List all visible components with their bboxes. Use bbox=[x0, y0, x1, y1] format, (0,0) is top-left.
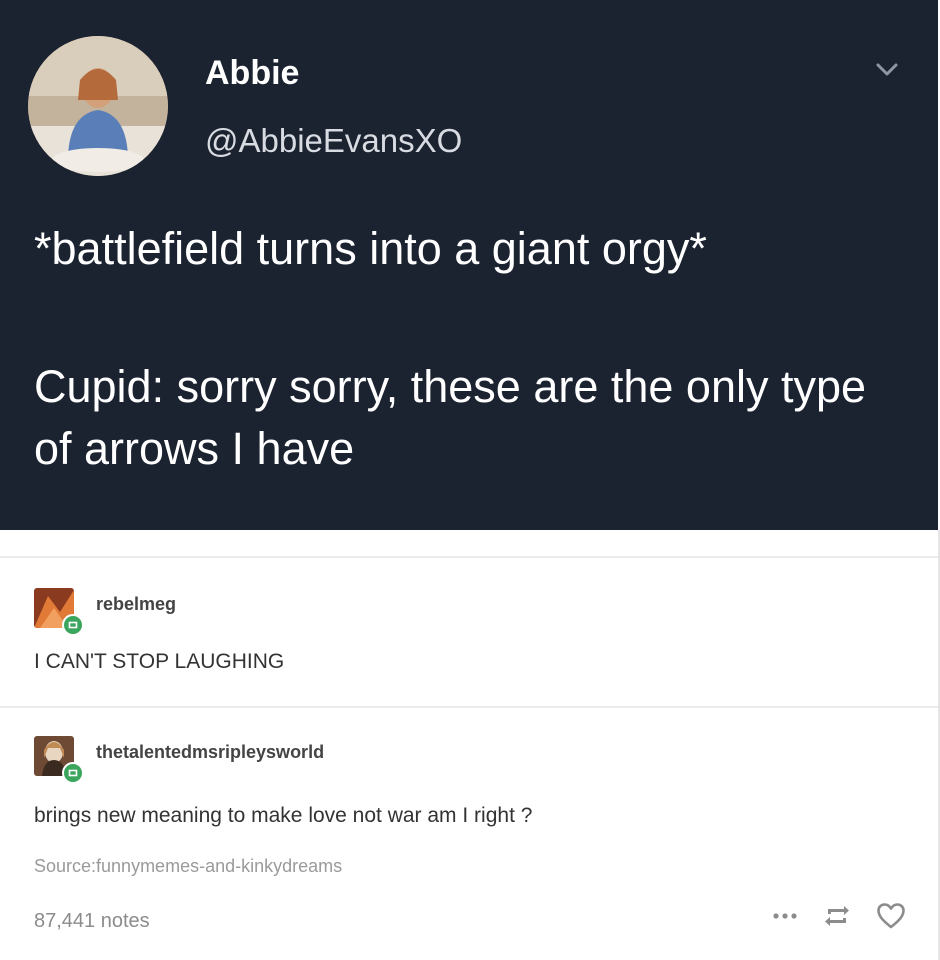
author-name[interactable]: Abbie bbox=[205, 54, 299, 93]
profile-avatar[interactable] bbox=[28, 36, 168, 176]
reblog-comment: brings new meaning to make love not war … bbox=[34, 804, 533, 827]
heart-icon[interactable] bbox=[876, 902, 906, 930]
chevron-down-icon[interactable] bbox=[876, 62, 898, 78]
tweet-paragraph: *battlefield turns into a giant orgy* bbox=[34, 223, 707, 274]
notes-count[interactable]: 87,441 notes bbox=[34, 910, 150, 933]
reblog-comment: I CAN'T STOP LAUGHING bbox=[34, 650, 285, 673]
divider bbox=[0, 706, 938, 708]
tweet-card: Abbie @AbbieEvansXO *battlefield turns i… bbox=[0, 0, 938, 530]
more-options-icon[interactable] bbox=[772, 912, 798, 920]
reblog-badge-icon bbox=[62, 614, 84, 636]
tweet-paragraph: Cupid: sorry sorry, these are the only t… bbox=[34, 361, 867, 474]
reblog-thread: rebelmeg I CAN'T STOP LAUGHING thetalent… bbox=[0, 530, 940, 960]
reblog-username[interactable]: thetalentedmsripleysworld bbox=[96, 742, 324, 763]
reblog-icon[interactable] bbox=[822, 903, 852, 929]
post-source-link[interactable]: Source:funnymemes-and-kinkydreams bbox=[34, 856, 342, 877]
post-actions bbox=[772, 902, 906, 930]
reblog-badge-icon bbox=[62, 762, 84, 784]
author-handle[interactable]: @AbbieEvansXO bbox=[205, 122, 462, 160]
reblog-username[interactable]: rebelmeg bbox=[96, 594, 176, 615]
divider bbox=[0, 556, 938, 558]
tweet-text: *battlefield turns into a giant orgy* Cu… bbox=[34, 218, 914, 480]
